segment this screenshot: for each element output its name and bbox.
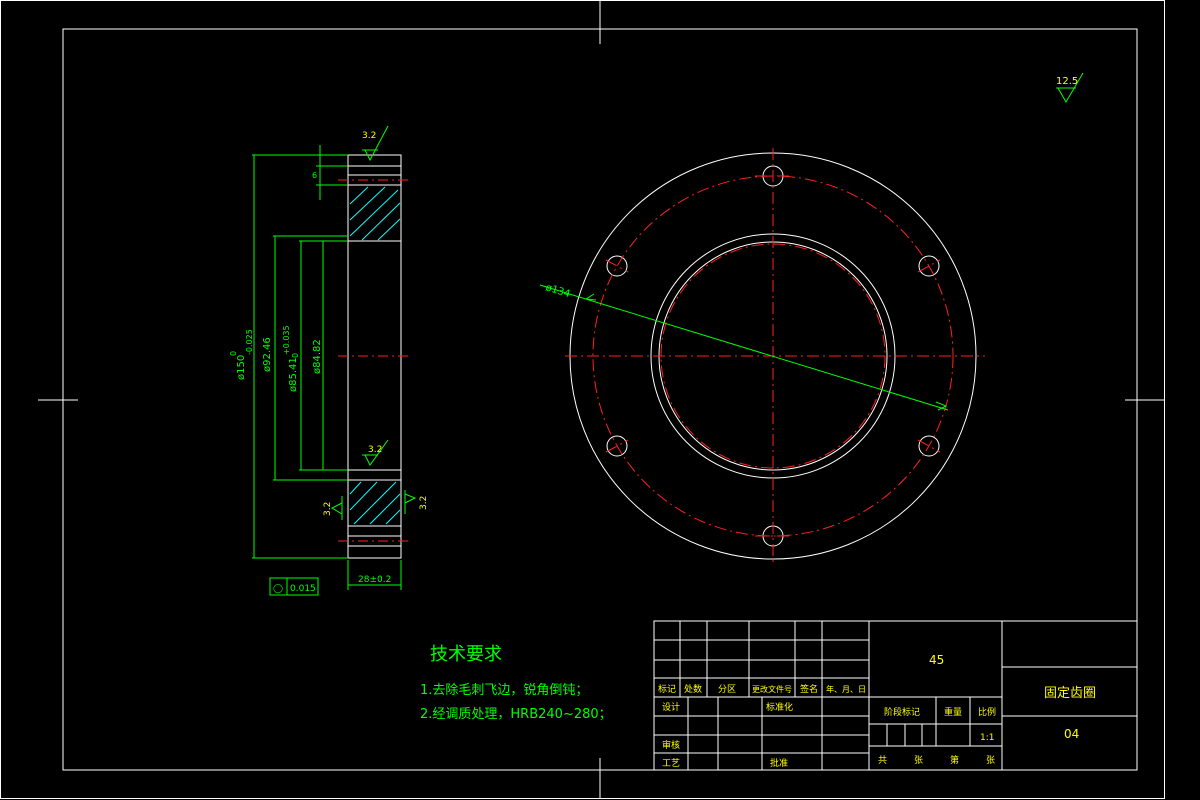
tb-material: 45 (929, 653, 944, 667)
dim-outer-tol-upper: 0 (229, 351, 238, 356)
tb-sheet: 张 (986, 755, 995, 766)
dim-dia-85-tol-lower: 0 (291, 353, 300, 358)
dim-outer-tol-lower: -0.025 (245, 329, 254, 355)
dim-dia-84: ø84.82 (312, 339, 323, 374)
dim-thickness: 28±0.2 (358, 575, 391, 585)
section-dim-text: ø150 0 -0.025 ø92.46 ø85.41 +0.035 0 ø84… (229, 171, 391, 594)
roughness-right: 3.2 (419, 496, 429, 510)
general-roughness-value: 12.5 (1056, 76, 1078, 87)
tb-count: 处数 (684, 683, 702, 695)
tb-part-name: 固定齿圈 (1044, 686, 1096, 701)
dim-hole-circle: ø134 (544, 282, 571, 300)
tech-req-title: 技术要求 (430, 644, 502, 665)
roughness-left: 3.2 (323, 502, 333, 516)
tb-mark: 标记 (658, 683, 676, 695)
dim-dia-85-tol-upper: +0.035 (282, 325, 291, 355)
drawing-frame (0, 0, 1165, 799)
tol-frame-value: 0.015 (290, 584, 316, 594)
tb-process: 工艺 (662, 758, 680, 769)
technical-requirements: 技术要求 1.去除毛刺飞边，锐角倒钝； 2.经调质处理，HRB240~280； (420, 644, 612, 722)
tb-sheetno: 第 (950, 754, 959, 766)
tb-scale-label: 比例 (978, 706, 996, 718)
tb-docno: 更改文件号 (752, 684, 792, 694)
front-view: ø134 (539, 148, 985, 565)
dim-dia-85: ø85.41 (288, 357, 299, 392)
tech-req-item-1: 1.去除毛刺飞边，锐角倒钝； (420, 683, 588, 698)
tb-review: 审核 (662, 739, 680, 751)
dim-outer-dia: ø150 (236, 355, 247, 380)
tol-frame-symbol: ◯ (273, 584, 283, 594)
tb-sign: 签名 (800, 683, 818, 695)
roughness-top: 3.2 (362, 131, 376, 141)
tb-weight: 重量 (944, 706, 962, 718)
tb-total: 共 (878, 755, 887, 766)
dim-dia-92: ø92.46 (262, 337, 273, 372)
tb-scale-value: 1:1 (980, 733, 994, 743)
tb-std: 标准化 (766, 701, 793, 713)
roughness-mid: 3.2 (368, 445, 382, 455)
section-dimensions (252, 125, 417, 596)
general-roughness-symbol: 12.5 (1056, 72, 1084, 103)
cad-drawing: 12.5 ø150 0 -0.025 ø92.46 ø85.41 +0.035 … (0, 0, 1165, 799)
tb-date: 年、月、日 (826, 684, 866, 694)
section-roughness-text: 3.2 3.2 3.2 3.2 (323, 131, 429, 516)
tech-req-item-2: 2.经调质处理，HRB240~280； (420, 707, 612, 722)
dim-small: 6 (312, 171, 317, 180)
tb-design: 设计 (662, 701, 680, 713)
tb-drawing-no: 04 (1064, 727, 1079, 741)
tb-approve: 批准 (770, 757, 788, 769)
tb-zone: 分区 (718, 684, 736, 695)
title-block-text: 标记 处数 分区 更改文件号 签名 年、月、日 设计 标准化 审核 工艺 批准 … (658, 653, 1096, 769)
tb-stage: 阶段标记 (884, 706, 920, 718)
tb-sheets: 张 (914, 755, 923, 766)
section-view (338, 154, 412, 559)
